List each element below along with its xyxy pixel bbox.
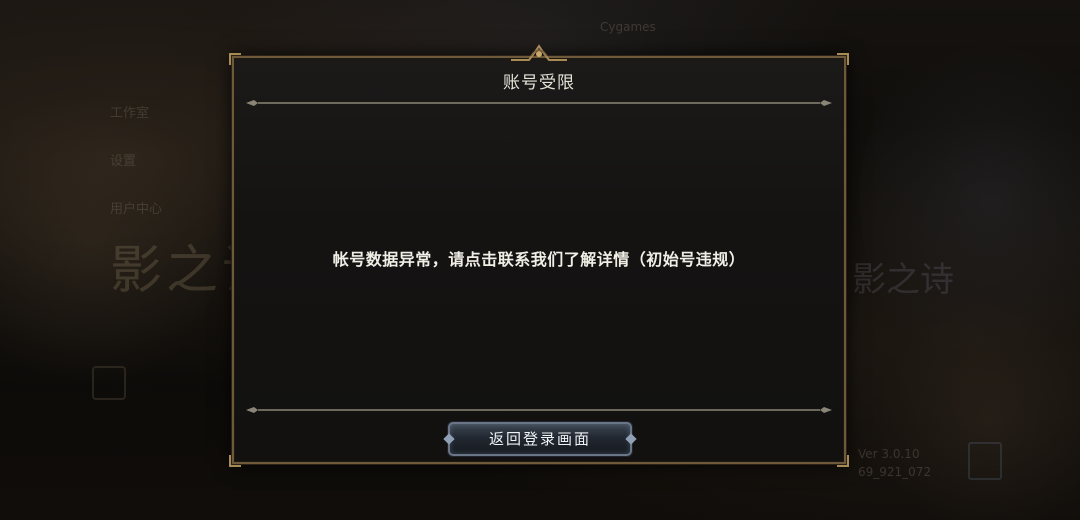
crest-ornament-icon	[511, 44, 567, 61]
dialog-message[interactable]: 帐号数据异常，请点击联系我们了解详情（初始号违规）	[234, 246, 844, 270]
background-menu-item: 用户中心	[110, 202, 163, 217]
background-menu-icon	[968, 442, 1002, 480]
ornamental-divider	[246, 100, 832, 106]
background-card-icon	[92, 366, 126, 400]
background-menu: 工作室 设置 用户中心	[110, 90, 162, 234]
version-text: Ver 3.0.10	[858, 447, 920, 461]
build-text: 69_921_072	[858, 465, 932, 479]
frame-corner-ornament	[837, 53, 849, 65]
button-ornament	[443, 433, 455, 445]
frame-corner-ornament	[229, 455, 241, 467]
frame-corner-ornament	[229, 53, 241, 65]
ornamental-divider	[246, 407, 832, 413]
frame-corner-ornament	[837, 455, 849, 467]
background-menu-item: 设置	[110, 154, 137, 169]
account-restricted-dialog: 账号受限 帐号数据异常，请点击联系我们了解详情（初始号违规） 返回登录画面	[229, 44, 849, 467]
background-game-logo-right: 影之诗	[852, 260, 954, 300]
background-brand: Cygames	[600, 20, 656, 34]
dialog-title: 账号受限	[503, 73, 575, 93]
game-screen: 工作室 设置 用户中心 Cygames 影之诗 影之诗 Ver 3.0.10 6…	[0, 0, 1080, 520]
return-to-login-label: 返回登录画面	[488, 430, 591, 448]
button-ornament	[625, 433, 637, 445]
return-to-login-button[interactable]: 返回登录画面	[443, 422, 637, 456]
background-version-info: Ver 3.0.10 69_921_072	[858, 445, 931, 481]
background-menu-item: 工作室	[110, 106, 150, 121]
